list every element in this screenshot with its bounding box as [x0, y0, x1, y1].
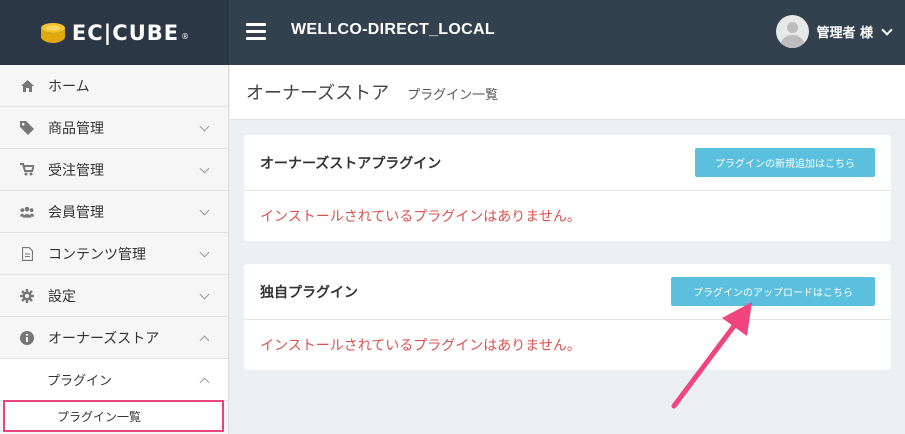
info-icon	[20, 330, 34, 345]
card-body: インストールされているプラグインはありません。	[244, 320, 891, 370]
card-title: オーナーズストアプラグイン	[260, 155, 442, 172]
user-name: 管理者 様	[816, 26, 873, 41]
menu-toggle-button[interactable]	[246, 23, 266, 41]
empty-message: インストールされているプラグインはありません。	[260, 209, 581, 225]
sidebar-item-label: 設定	[48, 288, 76, 305]
hamburger-bar	[246, 37, 266, 40]
page-header: オーナーズストア プラグイン一覧	[230, 65, 905, 120]
sidebar-item-settings[interactable]: 設定	[0, 275, 228, 317]
sidebar-item-label: コンテンツ管理	[48, 246, 146, 263]
card-body: インストールされているプラグインはありません。	[244, 191, 891, 241]
sidebar-item-owners-store[interactable]: オーナーズストア	[0, 317, 228, 359]
chevron-down-icon	[199, 121, 210, 132]
sidebar-item-label: 受注管理	[48, 162, 104, 179]
tag-icon	[20, 120, 34, 135]
top-header: EC|CUBE ® WELLCO-DIRECT_LOCAL 管理者 様	[0, 0, 905, 65]
add-plugin-button[interactable]: プラグインの新規追加はこちら	[695, 148, 875, 177]
owners-store-plugin-card: オーナーズストアプラグイン プラグインの新規追加はこちら インストールされている…	[244, 135, 891, 241]
card-header: オーナーズストアプラグイン プラグインの新規追加はこちら	[244, 135, 891, 191]
sidebar-item-orders[interactable]: 受注管理	[0, 149, 228, 191]
file-icon	[20, 246, 34, 261]
registered-mark: ®	[181, 32, 190, 41]
sidebar-item-products[interactable]: 商品管理	[0, 107, 228, 149]
sidebar-subitem-label: プラグイン	[47, 374, 113, 389]
page-subtitle: プラグイン一覧	[407, 88, 499, 103]
card-header: 独自プラグイン プラグインのアップロードはこちら	[244, 264, 891, 320]
sidebar-subitem-label: プラグイン一覧	[57, 409, 142, 424]
page-title: オーナーズストア	[246, 83, 390, 104]
sidebar-item-label: オーナーズストア	[48, 330, 160, 347]
custom-plugin-card: 独自プラグイン プラグインのアップロードはこちら インストールされているプラグイ…	[244, 264, 891, 370]
sidebar-item-members[interactable]: 会員管理	[0, 191, 228, 233]
sidebar-item-home[interactable]: ホーム	[0, 65, 228, 107]
chevron-up-icon	[199, 335, 210, 346]
chevron-down-icon	[199, 289, 210, 300]
cube-logo-icon	[40, 22, 65, 43]
sidebar-item-label: 商品管理	[48, 120, 104, 137]
chevron-down-icon	[881, 23, 893, 36]
shop-name: WELLCO-DIRECT_LOCAL	[291, 21, 495, 38]
user-menu[interactable]: 管理者 様	[776, 15, 893, 48]
chevron-down-icon	[199, 205, 210, 216]
logo-text: EC|CUBE	[71, 20, 180, 45]
hamburger-bar	[246, 30, 266, 33]
users-icon	[20, 205, 34, 219]
upload-plugin-button[interactable]: プラグインのアップロードはこちら	[671, 277, 875, 306]
sidebar-item-label: 会員管理	[48, 204, 104, 221]
empty-message: インストールされているプラグインはありません。	[260, 338, 581, 354]
sidebar-item-contents[interactable]: コンテンツ管理	[0, 233, 228, 275]
sidebar-subitem-plugin[interactable]: プラグイン	[0, 359, 228, 401]
chevron-up-icon	[199, 377, 210, 388]
sidebar-subitem-plugin-list[interactable]: プラグイン一覧	[3, 400, 224, 432]
sidebar-item-label: ホーム	[48, 78, 90, 95]
hamburger-bar	[246, 23, 266, 26]
sidebar: ホーム 商品管理 受注管理 会員管理 コンテンツ管理 設定 オーナーズストア プ…	[0, 65, 229, 434]
avatar	[776, 15, 810, 48]
home-icon	[20, 79, 34, 93]
logo[interactable]: EC|CUBE ®	[0, 0, 229, 65]
chevron-down-icon	[199, 163, 210, 174]
chevron-down-icon	[199, 247, 210, 258]
gear-icon	[20, 288, 34, 303]
card-title: 独自プラグイン	[260, 284, 358, 301]
cart-icon	[20, 163, 34, 177]
